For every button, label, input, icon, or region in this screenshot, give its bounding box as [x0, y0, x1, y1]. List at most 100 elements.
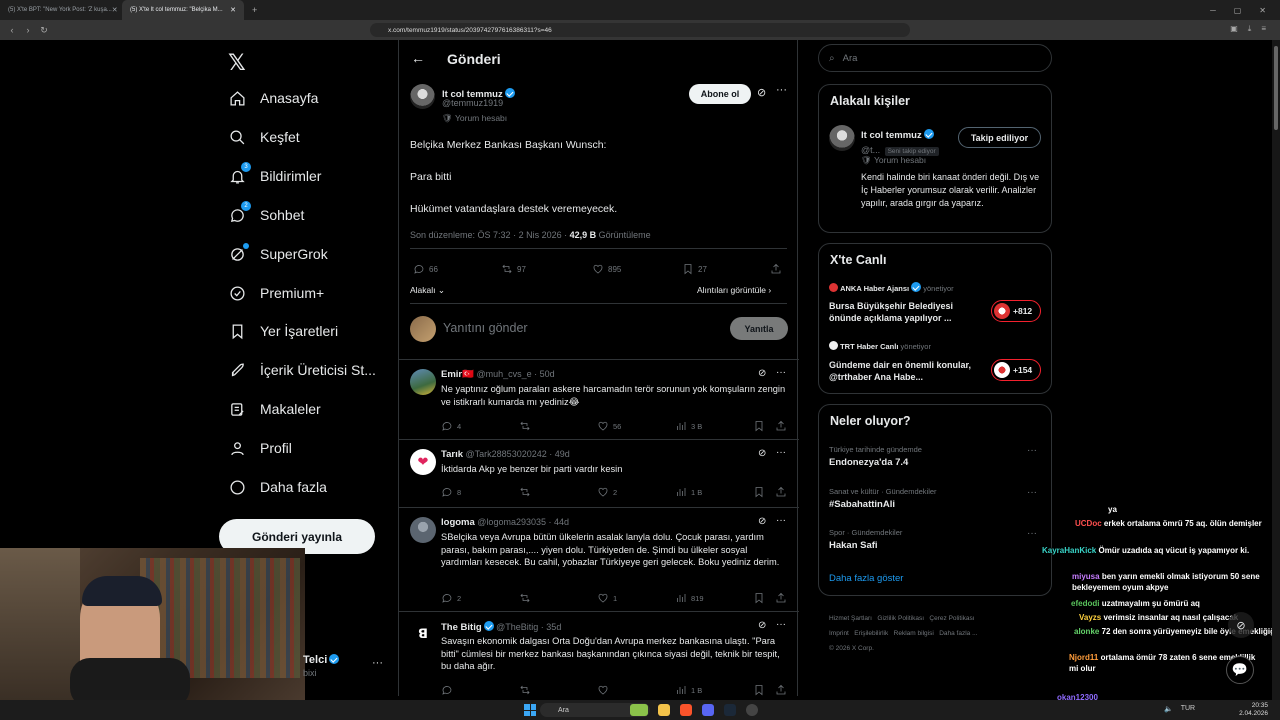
- reload-icon[interactable]: ↻: [36, 25, 52, 36]
- list-item[interactable]: ꓭ The Bitig @TheBitig · 35d ⊘ ··· Savaşı…: [399, 612, 799, 696]
- account-name[interactable]: Telci: [303, 654, 340, 666]
- account-menu-icon[interactable]: ···: [372, 657, 383, 669]
- reply-button[interactable]: 66: [413, 263, 438, 275]
- nav-item-chat[interactable]: 2 Sohbet: [228, 201, 304, 224]
- reply-button[interactable]: [441, 684, 453, 696]
- live-listeners[interactable]: +812: [991, 300, 1041, 322]
- back-arrow-icon[interactable]: ‹: [4, 25, 20, 35]
- discord-icon[interactable]: [702, 704, 714, 716]
- views-button[interactable]: 3 B: [675, 420, 702, 432]
- sort-dropdown[interactable]: Alakalı ⌄: [410, 285, 445, 296]
- footer-link[interactable]: Reklam bilgisi: [894, 630, 934, 637]
- live-title[interactable]: Bursa Büyükşehir Belediyesi önünde açıkl…: [829, 300, 979, 324]
- footer-link[interactable]: Gizlilik Politikası: [877, 615, 924, 622]
- retweet-button[interactable]: [519, 592, 531, 604]
- views-button[interactable]: 819: [675, 592, 704, 604]
- close-tab-icon[interactable]: ✕: [112, 6, 118, 14]
- extensions-icon[interactable]: ▣: [1230, 24, 1238, 34]
- nav-item-supergrok[interactable]: SuperGrok: [228, 243, 328, 263]
- minimize-icon[interactable]: ─: [1210, 6, 1216, 15]
- downloads-icon[interactable]: ⤓: [1248, 24, 1252, 34]
- list-item[interactable]: logoma @logoma293035 · 44d ⊘ ··· SBelçik…: [399, 508, 799, 611]
- messages-fab-icon[interactable]: 💬: [1226, 656, 1254, 684]
- avatar[interactable]: [410, 84, 435, 109]
- grok-icon[interactable]: ⊘: [758, 448, 766, 459]
- footer-link[interactable]: Daha fazla ...: [939, 630, 977, 637]
- timestamp[interactable]: Son düzenleme: ÖS 7:32 · 2 Nis 2026 ·: [410, 230, 570, 240]
- nav-item-more[interactable]: Daha fazla: [228, 478, 327, 496]
- share-button[interactable]: [770, 263, 782, 275]
- trend-item[interactable]: Spor · Gündemdekiler Hakan Safi: [829, 528, 902, 551]
- like-button[interactable]: 56: [597, 420, 621, 432]
- live-title[interactable]: Gündeme dair en önemli konular, @trthabe…: [829, 359, 979, 383]
- browser-tab[interactable]: (5) X'te BPT: "New York Post: 'Z kuşa...…: [0, 0, 122, 20]
- like-button[interactable]: 2: [597, 486, 617, 498]
- more-options-icon[interactable]: ···: [776, 619, 786, 630]
- speaker-icon[interactable]: 🔈: [1164, 705, 1173, 713]
- nav-item-notifications[interactable]: 3 Bildirimler: [228, 162, 321, 185]
- avatar[interactable]: [410, 517, 436, 543]
- nav-item-explore[interactable]: Keşfet: [228, 128, 300, 146]
- live-host[interactable]: TRT Haber Canlı yönetiyor: [829, 341, 931, 351]
- menu-icon[interactable]: ≡: [1261, 24, 1266, 34]
- reply-button[interactable]: 4: [441, 420, 461, 432]
- scrollbar-thumb[interactable]: [1274, 46, 1278, 130]
- retweet-button[interactable]: [519, 684, 531, 696]
- like-button[interactable]: 1: [597, 592, 617, 604]
- clock[interactable]: 20:35 2.04.2026: [1218, 702, 1268, 718]
- steam-icon[interactable]: [724, 704, 736, 716]
- close-tab-icon[interactable]: ✕: [230, 6, 236, 14]
- grok-icon[interactable]: ⊘: [758, 516, 766, 527]
- like-button[interactable]: [597, 684, 609, 696]
- footer-link[interactable]: Çerez Politikası: [929, 615, 974, 622]
- bookmark-button[interactable]: [753, 420, 765, 432]
- list-item[interactable]: Emir🇹🇷 @muh_cvs_e · 50d ⊘ ··· Ne yaptını…: [399, 360, 799, 439]
- more-options-icon[interactable]: ···: [776, 84, 787, 96]
- bookmark-button[interactable]: 27: [682, 263, 707, 275]
- scrollbar[interactable]: [1272, 40, 1280, 700]
- reply-button[interactable]: 8: [441, 486, 461, 498]
- grok-icon[interactable]: ⊘: [758, 620, 766, 631]
- close-window-icon[interactable]: ✕: [1259, 6, 1266, 15]
- reply-button[interactable]: 2: [441, 592, 461, 604]
- grok-icon[interactable]: ⊘: [758, 368, 766, 379]
- share-button[interactable]: [775, 486, 787, 498]
- nav-item-bookmarks[interactable]: Yer İşaretleri: [228, 322, 338, 340]
- forward-arrow-icon[interactable]: ›: [20, 25, 36, 35]
- bookmark-button[interactable]: [753, 592, 765, 604]
- nav-item-profile[interactable]: Profil: [228, 439, 292, 457]
- trend-item[interactable]: Türkiye tarihinde gündemde Endonezya'da 7…: [829, 445, 922, 468]
- x-logo-icon[interactable]: 𝕏: [228, 50, 246, 76]
- reply-input[interactable]: Yanıtını gönder: [443, 321, 528, 335]
- author-handle[interactable]: @temmuz1919: [442, 98, 503, 108]
- nav-item-articles[interactable]: Makaleler: [228, 400, 321, 418]
- search-input[interactable]: ⌕ Ara: [818, 44, 1052, 72]
- bookmark-button[interactable]: [753, 486, 765, 498]
- retweet-button[interactable]: 97: [501, 263, 526, 275]
- more-options-icon[interactable]: ···: [1027, 487, 1037, 498]
- share-button[interactable]: [775, 420, 787, 432]
- views-button[interactable]: 1 B: [675, 486, 702, 498]
- show-more-link[interactable]: Daha fazla göster: [829, 573, 903, 584]
- grok-fab-icon[interactable]: ⊘: [1228, 612, 1254, 638]
- folder-icon[interactable]: [658, 704, 670, 716]
- live-listeners[interactable]: +154: [991, 359, 1041, 381]
- maximize-icon[interactable]: ▢: [1234, 6, 1242, 15]
- widget-icon[interactable]: [630, 704, 648, 716]
- footer-link[interactable]: Imprint: [829, 630, 849, 637]
- view-quotes-link[interactable]: Alıntıları görüntüle ›: [697, 285, 771, 295]
- trend-item[interactable]: Sanat ve kültür · Gündemdekiler #Sabahatt…: [829, 487, 937, 510]
- new-tab-icon[interactable]: +: [244, 5, 265, 15]
- footer-link[interactable]: Hizmet Şartları: [829, 615, 872, 622]
- more-options-icon[interactable]: ···: [1027, 528, 1037, 539]
- nav-item-home[interactable]: Anasayfa: [228, 89, 318, 107]
- retweet-button[interactable]: [519, 486, 531, 498]
- following-button[interactable]: Takip ediliyor: [958, 127, 1041, 148]
- retweet-button[interactable]: [519, 420, 531, 432]
- more-options-icon[interactable]: ···: [776, 447, 786, 458]
- reply-submit-button[interactable]: Yanıtla: [730, 317, 788, 340]
- grok-icon[interactable]: ⊘: [757, 86, 766, 99]
- live-host[interactable]: ANKA Haber Ajansı yönetiyor: [829, 282, 954, 293]
- nav-item-premium[interactable]: Premium+: [228, 284, 324, 302]
- avatar[interactable]: [829, 125, 855, 151]
